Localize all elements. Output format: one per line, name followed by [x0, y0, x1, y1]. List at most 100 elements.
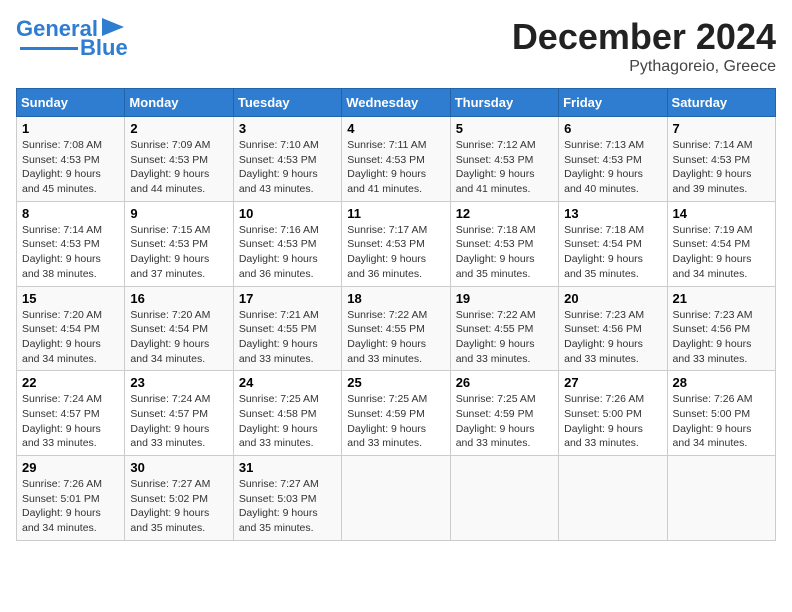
logo-text2: Blue: [80, 37, 128, 59]
day-info: Sunrise: 7:22 AM Sunset: 4:55 PM Dayligh…: [456, 308, 553, 367]
day-number: 18: [347, 291, 444, 306]
day-info: Sunrise: 7:20 AM Sunset: 4:54 PM Dayligh…: [130, 308, 227, 367]
day-number: 29: [22, 460, 119, 475]
calendar-day-cell: 3 Sunrise: 7:10 AM Sunset: 4:53 PM Daylig…: [233, 117, 341, 202]
day-info: Sunrise: 7:12 AM Sunset: 4:53 PM Dayligh…: [456, 138, 553, 197]
day-info: Sunrise: 7:25 AM Sunset: 4:59 PM Dayligh…: [456, 392, 553, 451]
calendar-day-cell: 20Sunrise: 7:23 AM Sunset: 4:56 PM Dayli…: [559, 286, 667, 371]
weekday-header-wednesday: Wednesday: [342, 89, 450, 117]
day-info: Sunrise: 7:13 AM Sunset: 4:53 PM Dayligh…: [564, 138, 661, 197]
calendar-day-cell: 10Sunrise: 7:16 AM Sunset: 4:53 PM Dayli…: [233, 201, 341, 286]
day-number: 13: [564, 206, 661, 221]
calendar-day-cell: 23Sunrise: 7:24 AM Sunset: 4:57 PM Dayli…: [125, 371, 233, 456]
day-number: 25: [347, 375, 444, 390]
calendar-day-cell: 31 Sunrise: 7:27 AM Sunset: 5:03 PM Dayli…: [233, 456, 341, 541]
day-info: Sunrise: 7:11 AM Sunset: 4:53 PM Dayligh…: [347, 138, 444, 197]
calendar-week-row: 22Sunrise: 7:24 AM Sunset: 4:57 PM Dayli…: [17, 371, 776, 456]
day-info: Sunrise: 7:10 AM Sunset: 4:53 PM Dayligh…: [239, 138, 336, 197]
day-info: Sunrise: 7:22 AM Sunset: 4:55 PM Dayligh…: [347, 308, 444, 367]
calendar-day-cell: 6 Sunrise: 7:13 AM Sunset: 4:53 PM Daylig…: [559, 117, 667, 202]
empty-cell: [342, 456, 450, 541]
header: General Blue December 2024 Pythagoreio, …: [16, 16, 776, 76]
weekday-header-monday: Monday: [125, 89, 233, 117]
day-info: Sunrise: 7:17 AM Sunset: 4:53 PM Dayligh…: [347, 223, 444, 282]
day-info: Sunrise: 7:08 AM Sunset: 4:53 PM Dayligh…: [22, 138, 119, 197]
day-number: 1: [22, 121, 119, 136]
day-info: Sunrise: 7:25 AM Sunset: 4:58 PM Dayligh…: [239, 392, 336, 451]
calendar-day-cell: 12 Sunrise: 7:18 AM Sunset: 4:53 PM Dayli…: [450, 201, 558, 286]
day-info: Sunrise: 7:15 AM Sunset: 4:53 PM Dayligh…: [130, 223, 227, 282]
day-number: 14: [673, 206, 770, 221]
logo: General Blue: [16, 16, 128, 59]
calendar-day-cell: 27 Sunrise: 7:26 AM Sunset: 5:00 PM Dayli…: [559, 371, 667, 456]
day-number: 23: [130, 375, 227, 390]
day-number: 5: [456, 121, 553, 136]
day-number: 8: [22, 206, 119, 221]
calendar-day-cell: 21 Sunrise: 7:23 AM Sunset: 4:56 PM Dayli…: [667, 286, 775, 371]
weekday-header-saturday: Saturday: [667, 89, 775, 117]
calendar-day-cell: 13 Sunrise: 7:18 AM Sunset: 4:54 PM Dayli…: [559, 201, 667, 286]
calendar-week-row: 15 Sunrise: 7:20 AM Sunset: 4:54 PM Dayli…: [17, 286, 776, 371]
day-number: 4: [347, 121, 444, 136]
day-number: 6: [564, 121, 661, 136]
logo-arrow-icon: [102, 18, 124, 36]
day-number: 16: [130, 291, 227, 306]
day-number: 9: [130, 206, 227, 221]
calendar-week-row: 1 Sunrise: 7:08 AM Sunset: 4:53 PM Daylig…: [17, 117, 776, 202]
day-info: Sunrise: 7:27 AM Sunset: 5:03 PM Dayligh…: [239, 477, 336, 536]
day-number: 15: [22, 291, 119, 306]
day-number: 17: [239, 291, 336, 306]
day-number: 20: [564, 291, 661, 306]
day-number: 31: [239, 460, 336, 475]
calendar-day-cell: 14Sunrise: 7:19 AM Sunset: 4:54 PM Dayli…: [667, 201, 775, 286]
calendar-day-cell: 4 Sunrise: 7:11 AM Sunset: 4:53 PM Daylig…: [342, 117, 450, 202]
calendar-day-cell: 28Sunrise: 7:26 AM Sunset: 5:00 PM Dayli…: [667, 371, 775, 456]
day-info: Sunrise: 7:14 AM Sunset: 4:53 PM Dayligh…: [22, 223, 119, 282]
day-info: Sunrise: 7:21 AM Sunset: 4:55 PM Dayligh…: [239, 308, 336, 367]
day-number: 11: [347, 206, 444, 221]
weekday-header-friday: Friday: [559, 89, 667, 117]
day-info: Sunrise: 7:26 AM Sunset: 5:01 PM Dayligh…: [22, 477, 119, 536]
day-number: 2: [130, 121, 227, 136]
calendar-table: SundayMondayTuesdayWednesdayThursdayFrid…: [16, 88, 776, 541]
calendar-day-cell: 30 Sunrise: 7:27 AM Sunset: 5:02 PM Dayli…: [125, 456, 233, 541]
day-number: 21: [673, 291, 770, 306]
day-info: Sunrise: 7:27 AM Sunset: 5:02 PM Dayligh…: [130, 477, 227, 536]
calendar-day-cell: 17 Sunrise: 7:21 AM Sunset: 4:55 PM Dayli…: [233, 286, 341, 371]
day-info: Sunrise: 7:25 AM Sunset: 4:59 PM Dayligh…: [347, 392, 444, 451]
day-info: Sunrise: 7:14 AM Sunset: 4:53 PM Dayligh…: [673, 138, 770, 197]
month-title: December 2024: [512, 16, 776, 58]
day-number: 12: [456, 206, 553, 221]
calendar-day-cell: 22Sunrise: 7:24 AM Sunset: 4:57 PM Dayli…: [17, 371, 125, 456]
calendar-day-cell: 5 Sunrise: 7:12 AM Sunset: 4:53 PM Daylig…: [450, 117, 558, 202]
weekday-header-thursday: Thursday: [450, 89, 558, 117]
day-info: Sunrise: 7:23 AM Sunset: 4:56 PM Dayligh…: [673, 308, 770, 367]
day-info: Sunrise: 7:18 AM Sunset: 4:54 PM Dayligh…: [564, 223, 661, 282]
day-number: 27: [564, 375, 661, 390]
calendar-day-cell: 24 Sunrise: 7:25 AM Sunset: 4:58 PM Dayli…: [233, 371, 341, 456]
calendar-day-cell: 2Sunrise: 7:09 AM Sunset: 4:53 PM Daylig…: [125, 117, 233, 202]
calendar-week-row: 29 Sunrise: 7:26 AM Sunset: 5:01 PM Dayli…: [17, 456, 776, 541]
day-number: 19: [456, 291, 553, 306]
day-info: Sunrise: 7:20 AM Sunset: 4:54 PM Dayligh…: [22, 308, 119, 367]
title-area: December 2024 Pythagoreio, Greece: [512, 16, 776, 76]
calendar-day-cell: 9 Sunrise: 7:15 AM Sunset: 4:53 PM Daylig…: [125, 201, 233, 286]
day-number: 7: [673, 121, 770, 136]
calendar-day-cell: 8 Sunrise: 7:14 AM Sunset: 4:53 PM Daylig…: [17, 201, 125, 286]
empty-cell: [450, 456, 558, 541]
day-info: Sunrise: 7:26 AM Sunset: 5:00 PM Dayligh…: [564, 392, 661, 451]
calendar-day-cell: 19 Sunrise: 7:22 AM Sunset: 4:55 PM Dayli…: [450, 286, 558, 371]
calendar-day-cell: 1 Sunrise: 7:08 AM Sunset: 4:53 PM Daylig…: [17, 117, 125, 202]
calendar-day-cell: 7 Sunrise: 7:14 AM Sunset: 4:53 PM Daylig…: [667, 117, 775, 202]
day-number: 30: [130, 460, 227, 475]
calendar-day-cell: 16 Sunrise: 7:20 AM Sunset: 4:54 PM Dayli…: [125, 286, 233, 371]
weekday-header-tuesday: Tuesday: [233, 89, 341, 117]
day-number: 3: [239, 121, 336, 136]
day-number: 28: [673, 375, 770, 390]
empty-cell: [667, 456, 775, 541]
day-number: 24: [239, 375, 336, 390]
calendar-week-row: 8 Sunrise: 7:14 AM Sunset: 4:53 PM Daylig…: [17, 201, 776, 286]
day-number: 22: [22, 375, 119, 390]
day-info: Sunrise: 7:18 AM Sunset: 4:53 PM Dayligh…: [456, 223, 553, 282]
day-info: Sunrise: 7:16 AM Sunset: 4:53 PM Dayligh…: [239, 223, 336, 282]
